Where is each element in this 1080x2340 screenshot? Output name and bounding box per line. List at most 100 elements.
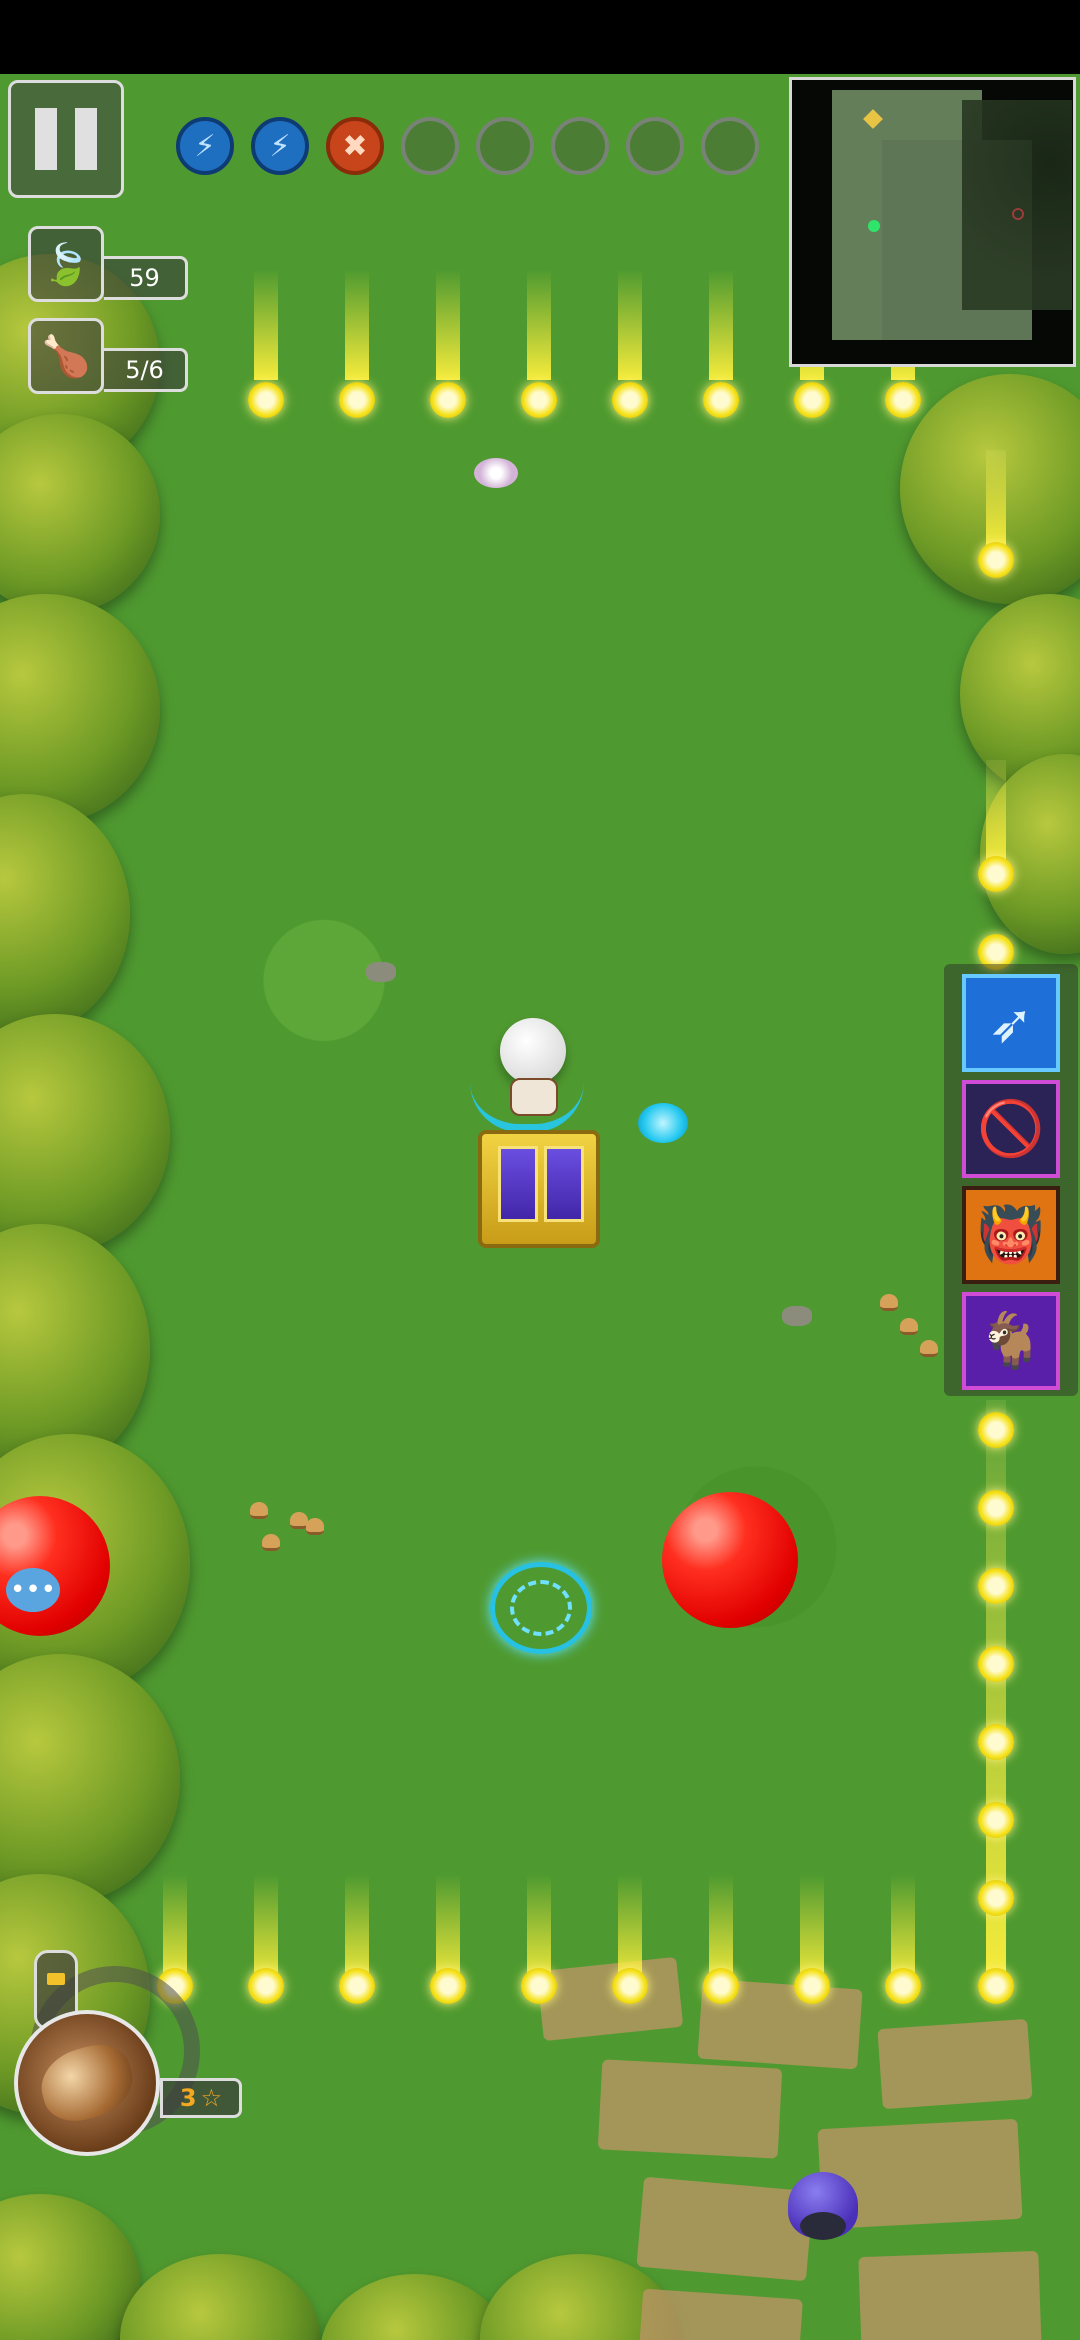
pause-icon — [75, 108, 97, 170]
tree — [0, 2194, 140, 2340]
skill-slot-2[interactable]: ⚡ — [251, 117, 309, 175]
buff-fang[interactable]: 👹 — [962, 1186, 1060, 1284]
dirt-path — [858, 2250, 1042, 2340]
leaf-icon: 🍃 — [28, 226, 104, 302]
buff-beast[interactable]: 🐐 — [962, 1292, 1060, 1390]
light-beam — [527, 270, 551, 380]
light-orb — [978, 542, 1014, 578]
meat-count: 5/6 — [104, 348, 188, 392]
shell-weapon-icon — [33, 2037, 141, 2129]
light-orb — [978, 856, 1014, 892]
light-orb — [339, 382, 375, 418]
skill-slot-7[interactable] — [626, 117, 684, 175]
minimap-terrain — [962, 100, 1072, 310]
portal-rune — [510, 1580, 572, 1636]
light-orb — [248, 382, 284, 418]
game-screen: ••• ⚡ ⚡ ✖ 🍃 59 🍗 5/6 ➶ 🚫 👹 🐐 3 ☆ — [0, 0, 1080, 2340]
light-orb — [978, 1802, 1014, 1838]
dirt-path — [636, 2176, 814, 2282]
chest-panel — [544, 1146, 584, 1222]
rock — [366, 962, 396, 982]
light-orb — [612, 1968, 648, 2004]
rock — [782, 1306, 812, 1326]
light-orb — [339, 1968, 375, 2004]
skill-slot-4[interactable] — [401, 117, 459, 175]
light-orb — [612, 382, 648, 418]
light-orb — [978, 1646, 1014, 1682]
skill-slot-1[interactable]: ⚡ — [176, 117, 234, 175]
player-character — [500, 1018, 566, 1084]
light-beam — [254, 270, 278, 380]
skill-slot-8[interactable] — [701, 117, 759, 175]
wing-icon: ➶ — [988, 991, 1034, 1055]
light-orb — [978, 1412, 1014, 1448]
pig-face-icon: ••• — [6, 1568, 60, 1612]
dirt-path — [637, 2288, 803, 2340]
dirt-path — [877, 2018, 1033, 2110]
buff-prohibit[interactable]: 🚫 — [962, 1080, 1060, 1178]
light-beam — [618, 270, 642, 380]
pause-button[interactable] — [8, 80, 124, 198]
light-orb — [521, 1968, 557, 2004]
pause-icon — [35, 108, 57, 170]
light-orb — [978, 1968, 1014, 2004]
tree — [0, 1654, 180, 1904]
tree — [0, 414, 160, 614]
light-orb — [885, 382, 921, 418]
blue-gem[interactable] — [638, 1103, 688, 1143]
minimap-enemy-marker — [1012, 208, 1024, 220]
chest-panel — [498, 1146, 538, 1222]
leaf-count: 59 — [104, 256, 188, 300]
beast-icon: 🐐 — [977, 1309, 1045, 1372]
ammo-indicator — [47, 1973, 65, 1985]
skill-slot-3[interactable]: ✖ — [326, 117, 384, 175]
light-orb — [978, 1490, 1014, 1526]
tree — [0, 794, 130, 1034]
light-beam — [436, 270, 460, 380]
meat-icon: 🍗 — [28, 318, 104, 394]
light-orb — [794, 382, 830, 418]
treasure-chest[interactable] — [478, 1130, 600, 1248]
minimap-player-dot — [868, 220, 880, 232]
skill-slot-6[interactable] — [551, 117, 609, 175]
buff-speed[interactable]: ➶ — [962, 974, 1060, 1072]
mushroom — [306, 1518, 324, 1535]
mushroom — [880, 1294, 898, 1311]
dirt-path — [536, 1956, 684, 2042]
light-beam — [986, 450, 1006, 550]
light-orb — [978, 1880, 1014, 1916]
light-orb — [885, 1968, 921, 2004]
crossed-swords-icon: ✖ — [342, 128, 368, 164]
flower-plant — [474, 458, 518, 488]
fang-icon: 👹 — [977, 1203, 1045, 1266]
mushroom — [920, 1340, 938, 1357]
red-orb-enemy — [662, 1492, 798, 1628]
tree — [0, 1014, 170, 1254]
tree — [0, 594, 160, 824]
star-icon: ☆ — [200, 2084, 223, 2112]
mushroom — [900, 1318, 918, 1335]
light-orb — [978, 1568, 1014, 1604]
light-orb — [978, 1724, 1014, 1760]
skill-slot-5[interactable] — [476, 117, 534, 175]
light-orb — [703, 1968, 739, 2004]
weapon-level: 3 — [179, 2084, 197, 2112]
light-orb — [521, 382, 557, 418]
light-beam — [345, 270, 369, 380]
light-orb — [430, 382, 466, 418]
light-beam — [986, 760, 1006, 870]
status-bar — [0, 0, 1080, 74]
light-beam — [709, 270, 733, 380]
weapon-button[interactable] — [14, 2010, 160, 2156]
dirt-path — [597, 2059, 783, 2159]
tree — [120, 2254, 320, 2340]
weapon-level-badge: 3 ☆ — [160, 2078, 242, 2118]
no-entry-icon: 🚫 — [977, 1097, 1045, 1160]
light-orb — [794, 1968, 830, 2004]
mushroom — [262, 1534, 280, 1551]
minimap[interactable] — [789, 77, 1076, 367]
light-orb — [703, 382, 739, 418]
lightning-icon: ⚡ — [194, 128, 216, 164]
mushroom — [250, 1502, 268, 1519]
hooded-enemy-face — [800, 2212, 846, 2240]
